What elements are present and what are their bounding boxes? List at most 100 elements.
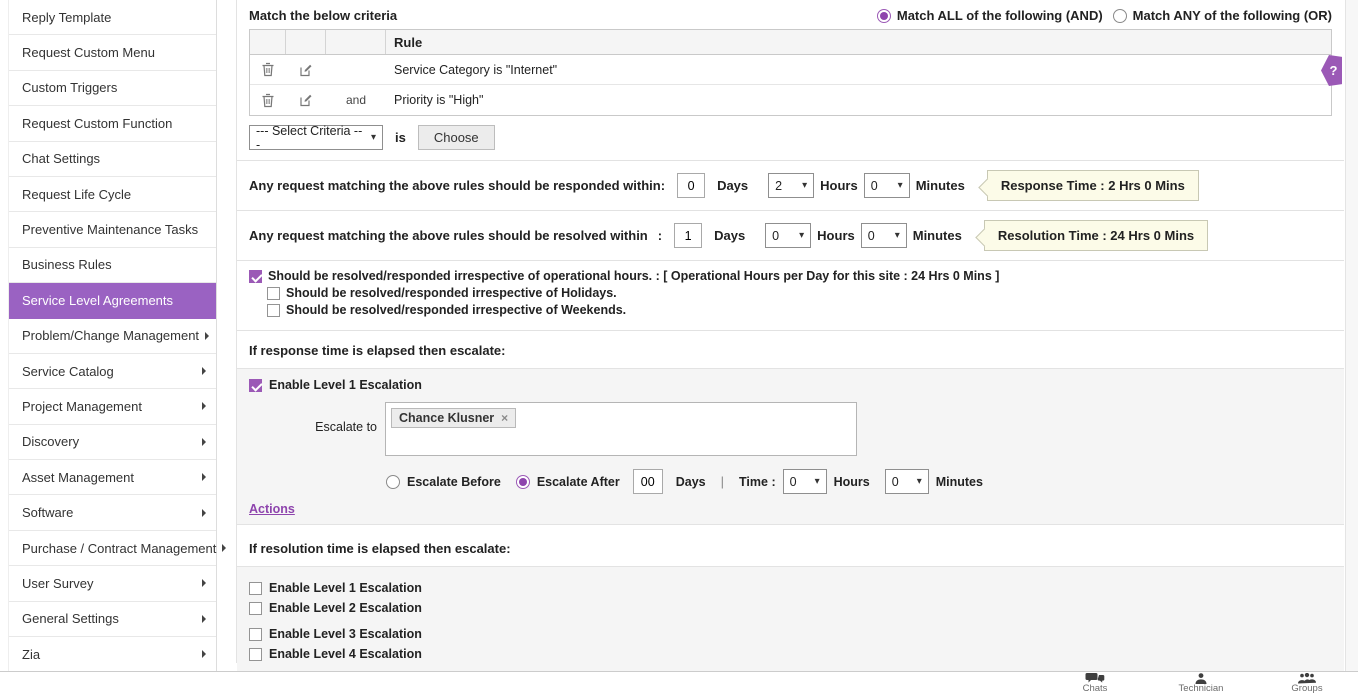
escalate-before-radio[interactable] [386,475,400,489]
sidebar-item-label: Business Rules [22,257,112,272]
trash-icon[interactable] [261,93,275,108]
level-4-checkbox[interactable] [249,648,262,661]
response-days-label: Days [717,178,748,193]
rule-column-header: Rule [386,35,1331,50]
sidebar-item-custom-triggers[interactable]: Custom Triggers [9,71,216,106]
escalate-hours-select[interactable]: 0 ▾ [783,469,827,494]
escalate-hours-value: 0 [790,475,797,489]
submenu-arrow-icon [202,473,206,481]
response-time-label: Any request matching the above rules sho… [249,178,665,193]
edit-icon[interactable] [299,63,313,77]
submenu-arrow-icon [202,579,206,587]
resolution-hours-label: Hours [817,228,855,243]
escalate-when-row: Escalate Before Escalate After Days | Ti… [386,460,1344,498]
submenu-arrow-icon [222,544,226,552]
actions-link[interactable]: Actions [249,502,295,516]
sidebar-item-label: Custom Triggers [22,80,117,95]
level-3-row: Enable Level 3 Escalation [249,627,1332,641]
sidebar-item-purchase-contract-management[interactable]: Purchase / Contract Management [9,531,216,566]
response-days-input[interactable] [677,173,705,198]
trash-icon[interactable] [261,62,275,77]
chevron-down-icon: ▾ [815,476,820,487]
resolution-days-input[interactable] [674,223,702,248]
dock-groups[interactable]: Groups [1274,673,1340,693]
escalate-after-radio[interactable] [516,475,530,489]
sidebar-item-problem-change-management[interactable]: Problem/Change Management [9,319,216,354]
chip-label: Chance Klusner [399,411,494,425]
chip-remove-icon[interactable]: × [501,411,508,425]
sidebar-item-chat-settings[interactable]: Chat Settings [9,142,216,177]
sidebar-item-discovery[interactable]: Discovery [9,425,216,460]
holidays-checkbox[interactable] [267,287,280,300]
weekends-checkbox[interactable] [267,304,280,317]
response-minutes-label: Minutes [916,178,965,193]
dock-technician[interactable]: Technician [1168,673,1234,693]
sidebar-item-project-management[interactable]: Project Management [9,389,216,424]
level-4-label: Enable Level 4 Escalation [269,647,422,661]
sidebar-item-business-rules[interactable]: Business Rules [9,248,216,283]
resolution-escalation-heading: If resolution time is elapsed then escal… [237,525,1344,566]
sidebar-item-software[interactable]: Software [9,495,216,530]
resolution-days-label: Days [714,228,745,243]
response-time-callout: Response Time : 2 Hrs 0 Mins [987,170,1199,201]
resolution-minutes-select[interactable]: 0 ▾ [861,223,907,248]
rules-table-header: Rule [250,30,1331,55]
level-3-checkbox[interactable] [249,628,262,641]
level-1-label: Enable Level 1 Escalation [269,581,422,595]
escalate-hours-label: Hours [834,475,870,489]
level-2-checkbox[interactable] [249,602,262,615]
operational-options-block: Should be resolved/responded irrespectiv… [237,260,1344,330]
dock-technician-label: Technician [1168,684,1234,693]
scrollbar-track[interactable] [1345,0,1358,671]
sidebar-item-reply-template[interactable]: Reply Template [9,0,216,35]
chevron-down-icon: ▾ [898,180,903,191]
select-criteria-dropdown[interactable]: --- Select Criteria --- ▾ [249,125,383,150]
response-minutes-select[interactable]: 0 ▾ [864,173,910,198]
match-any-radio[interactable] [1113,9,1127,23]
sidebar-item-general-settings[interactable]: General Settings [9,602,216,637]
sidebar-item-label: Discovery [22,434,79,449]
sidebar-item-label: Problem/Change Management [22,328,199,343]
sidebar-item-preventive-maintenance-tasks[interactable]: Preventive Maintenance Tasks [9,212,216,247]
operational-hours-checkbox[interactable] [249,270,262,283]
chevron-down-icon: ▾ [799,230,804,241]
sidebar-item-asset-management[interactable]: Asset Management [9,460,216,495]
submenu-arrow-icon [202,402,206,410]
enable-level1-checkbox[interactable] [249,379,262,392]
submenu-arrow-icon [202,367,206,375]
dock-chats[interactable]: Chats [1062,673,1128,693]
sla-form: Match the below criteria Match ALL of th… [236,0,1344,663]
sidebar-item-request-custom-menu[interactable]: Request Custom Menu [9,35,216,70]
response-hours-value: 2 [775,179,782,193]
escalate-after-label: Escalate After [537,475,620,489]
sidebar-item-zia[interactable]: Zia [9,637,216,672]
escalate-to-row: Escalate to Chance Klusner × [237,396,1344,460]
response-hours-select[interactable]: 2 ▾ [768,173,814,198]
operational-hours-label: Should be resolved/responded irrespectiv… [268,269,999,283]
choose-button[interactable]: Choose [418,125,495,150]
escalate-minutes-select[interactable]: 0 ▾ [885,469,929,494]
dock-chats-label: Chats [1062,684,1128,693]
sidebar-item-user-survey[interactable]: User Survey [9,566,216,601]
bottom-dock: Chats Technician Groups [0,671,1358,694]
sidebar-item-label: Request Custom Menu [22,45,155,60]
rule-text: Service Category is "Internet" [394,63,557,77]
level-1-checkbox[interactable] [249,582,262,595]
sidebar-item-label: General Settings [22,611,119,626]
escalate-days-input[interactable] [633,469,663,494]
escalate-to-field[interactable]: Chance Klusner × [385,402,857,456]
level-2-row: Enable Level 2 Escalation [249,601,1332,615]
sidebar-item-service-level-agreements[interactable]: Service Level Agreements [9,283,216,318]
sidebar-item-request-life-cycle[interactable]: Request Life Cycle [9,177,216,212]
escalate-to-label: Escalate to [237,402,385,434]
resolution-hours-select[interactable]: 0 ▾ [765,223,811,248]
edit-icon[interactable] [299,93,313,107]
sidebar-item-label: Service Level Agreements [22,293,173,308]
holidays-label: Should be resolved/responded irrespectiv… [286,286,617,300]
match-all-radio[interactable] [877,9,891,23]
submenu-arrow-icon [205,332,209,340]
sidebar-item-request-custom-function[interactable]: Request Custom Function [9,106,216,141]
weekends-option: Should be resolved/responded irrespectiv… [267,303,1332,317]
response-hours-label: Hours [820,178,858,193]
sidebar-item-service-catalog[interactable]: Service Catalog [9,354,216,389]
